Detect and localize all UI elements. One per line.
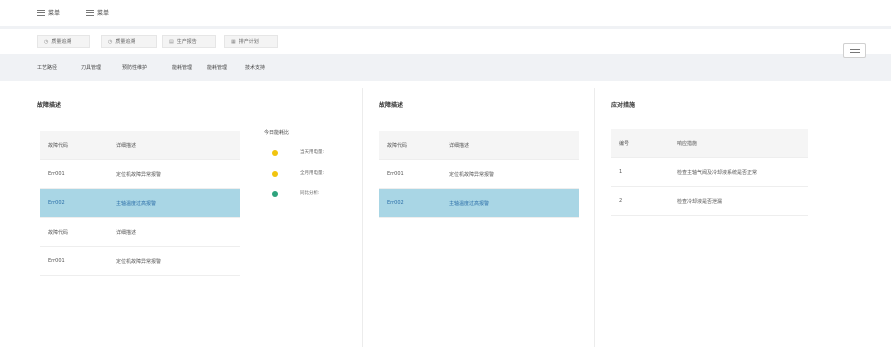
menu-icon (86, 9, 94, 16)
top-menu-bar: 菜单 菜单 (0, 0, 891, 26)
tab-quality-trace-2[interactable]: ◷ 质量追溯 (101, 35, 157, 48)
menu-2-label: 菜单 (97, 10, 110, 17)
table-row[interactable]: Err001 定位机故障异常报警 (379, 160, 579, 189)
menu-1-label: 菜单 (48, 10, 61, 17)
clock-icon: ◷ (108, 38, 113, 45)
table-row[interactable]: Err001 定位机故障异常报警 (40, 247, 240, 276)
menu-2[interactable]: 菜单 (86, 8, 109, 17)
legend-label: 全月用电量: (300, 171, 325, 176)
green-dot-icon (272, 191, 278, 197)
fault-code: Err002 (387, 200, 404, 206)
measure-description: 检查主轴气阀及冷却液系统是否正常 (677, 169, 758, 176)
tab-label: 排产计划 (238, 39, 259, 45)
fault-code: Err002 (48, 200, 65, 206)
tab-label: 质量追溯 (115, 39, 136, 45)
table-row-selected[interactable]: Err002 主轴温度过高报警 (379, 189, 579, 218)
fault-description: 定位机故障异常报警 (449, 171, 495, 178)
fault-code: Err001 (48, 171, 65, 177)
fault-code: Err001 (48, 258, 65, 264)
menu-toggle-button[interactable] (843, 43, 866, 58)
table-header-row: 故障代码 详细描述 (40, 218, 240, 247)
tab-production-report[interactable]: ▤ 生产报告 (162, 35, 216, 48)
fault-table-2: 故障代码 详细描述 Err001 定位机故障异常报警 Err002 主轴温度过高… (379, 131, 579, 218)
grid-icon: ▦ (231, 38, 236, 45)
subnav-item-energy-2[interactable]: 能耗管理 (207, 61, 227, 73)
hamburger-icon (849, 48, 860, 53)
tab-quality-trace-1[interactable]: ◷ 质量追溯 (37, 35, 90, 48)
panel3-title: 应对措施 (611, 102, 636, 109)
legend-item: 全月用电量: (272, 171, 324, 177)
measure-number: 1 (619, 169, 623, 175)
header-cell: 详细描述 (449, 142, 470, 149)
document-icon: ▤ (169, 38, 174, 45)
tab-production-schedule[interactable]: ▦ 排产计划 (224, 35, 278, 48)
fault-description: 主轴温度过高报警 (116, 200, 157, 207)
menu-1[interactable]: 菜单 (37, 8, 60, 17)
fault-code: Err001 (387, 171, 404, 177)
subnav-item-tech-support[interactable]: 技术支持 (245, 61, 265, 73)
response-table: 编号 响应措施 1 检查主轴气阀及冷却液系统是否正常 2 检查冷却液是否泄漏 (611, 129, 808, 216)
header-cell: 响应措施 (677, 140, 698, 147)
header-cell: 故障代码 (48, 142, 69, 149)
table-row[interactable]: 2 检查冷却液是否泄漏 (611, 187, 808, 216)
panel2-title: 故障描述 (379, 102, 404, 109)
legend-item: 当天用电量: (272, 150, 324, 156)
subnav-label: 技术支持 (245, 64, 266, 71)
table-header-row: 编号 响应措施 (611, 129, 808, 158)
panel-divider (594, 88, 595, 347)
tabs-bar: ◷ 质量追溯 ◷ 质量追溯 ▤ 生产报告 ▦ 排产计划 (0, 29, 891, 54)
measure-number: 2 (619, 198, 623, 204)
measure-description: 检查冷却液是否泄漏 (677, 198, 723, 205)
table-row-selected[interactable]: Err002 主轴温度过高报警 (40, 189, 240, 218)
legend-label: 同比分析: (300, 191, 320, 196)
yellow-dot-icon (272, 171, 278, 177)
fault-description: 主轴温度过高报警 (449, 200, 490, 207)
header-cell: 故障代码 (387, 142, 408, 149)
header-cell: 故障代码 (48, 229, 69, 236)
panel-divider (362, 88, 363, 347)
panel1-title: 故障描述 (37, 102, 62, 109)
subnav-label: 能耗管理 (207, 64, 228, 71)
subnav-item-preventive-maintenance[interactable]: 预防性维护 (122, 61, 147, 73)
clock-icon: ◷ (44, 38, 49, 45)
tab-label: 质量追溯 (51, 39, 72, 45)
fault-table-1: 故障代码 详细描述 Err001 定位机故障异常报警 Err002 主轴温度过高… (40, 131, 240, 276)
yellow-dot-icon (272, 150, 278, 156)
subnav-label: 刀具管理 (81, 64, 102, 71)
table-header-row: 故障代码 详细描述 (379, 131, 579, 160)
subnav-item-tool-management[interactable]: 刀具管理 (81, 61, 101, 73)
energy-legend-title: 今日能耗比 (264, 130, 290, 136)
legend-label: 当天用电量: (300, 150, 325, 155)
table-row[interactable]: Err001 定位机故障异常报警 (40, 160, 240, 189)
subnav-label: 工艺路径 (37, 64, 58, 71)
legend-item: 同比分析: (272, 191, 320, 197)
subnav-item-energy-1[interactable]: 能耗管理 (172, 61, 192, 73)
table-header-row: 故障代码 详细描述 (40, 131, 240, 160)
fault-description: 定位机故障异常报警 (116, 258, 162, 265)
menu-icon (37, 9, 45, 16)
subnav-label: 预防性维护 (122, 64, 148, 71)
subnav-label: 能耗管理 (172, 64, 193, 71)
tab-label: 生产报告 (176, 39, 197, 45)
header-cell: 详细描述 (116, 142, 137, 149)
header-cell: 详细描述 (116, 229, 137, 236)
header-cell: 编号 (619, 140, 630, 147)
subnav-item-process-route[interactable]: 工艺路径 (37, 61, 57, 73)
table-row[interactable]: 1 检查主轴气阀及冷却液系统是否正常 (611, 158, 808, 187)
fault-description: 定位机故障异常报警 (116, 171, 162, 178)
